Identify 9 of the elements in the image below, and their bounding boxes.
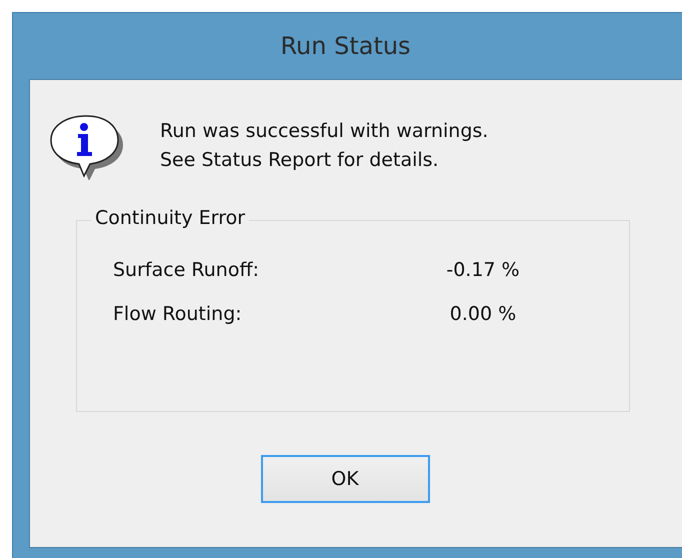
row-label: Flow Routing:: [113, 303, 243, 327]
row-label: Surface Runoff:: [113, 259, 260, 283]
group-title: Continuity Error: [91, 207, 250, 229]
row-value: -0.17 %: [445, 259, 521, 283]
message-text: See Status Report for details.: [160, 148, 440, 173]
message-text: Run was successful with warnings.: [160, 119, 488, 144]
row-value: 0.00 %: [448, 303, 518, 327]
window-title: Run Status: [280, 32, 411, 60]
ok-button[interactable]: OK: [260, 455, 430, 503]
